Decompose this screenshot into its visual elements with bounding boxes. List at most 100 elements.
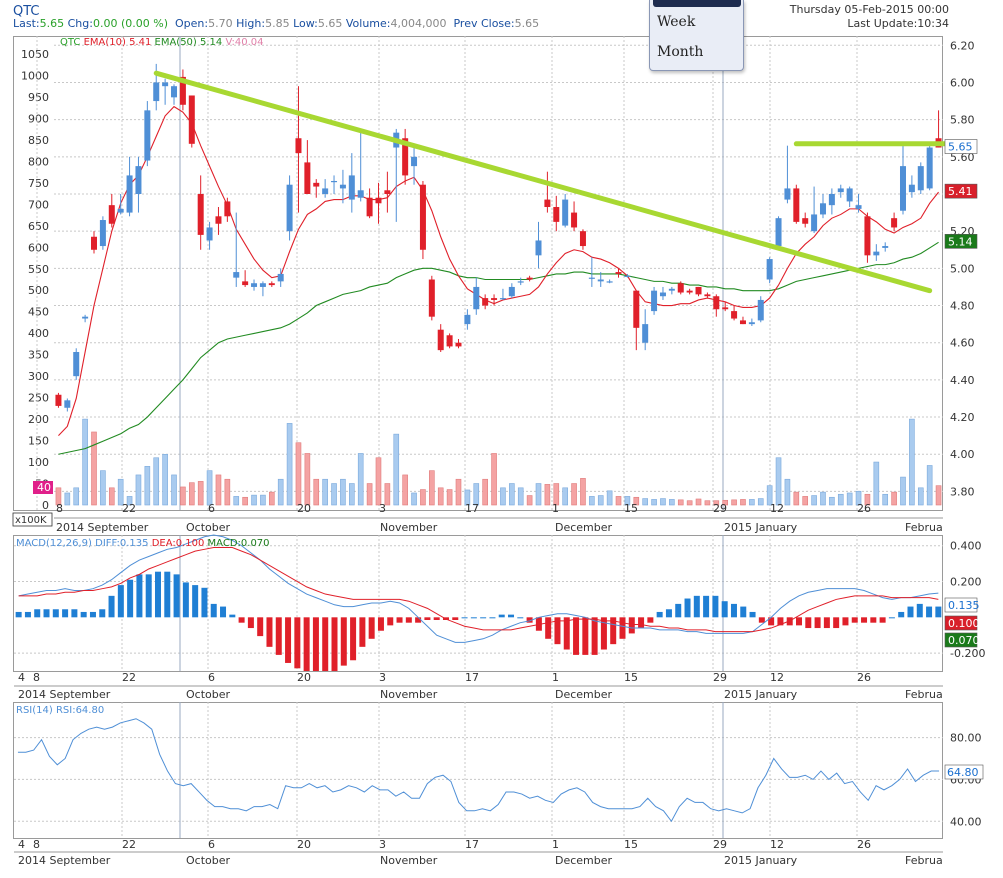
period-menu-selected[interactable] — [653, 0, 741, 7]
candle-body — [562, 199, 569, 226]
volume-bar — [580, 478, 586, 506]
macd-histogram-bar — [350, 617, 357, 661]
volume-bar — [162, 454, 168, 506]
candle-body — [259, 283, 266, 287]
volume-bar — [820, 491, 826, 506]
volume-bar — [544, 484, 551, 506]
candle-body — [153, 82, 160, 102]
last-label: Last: — [13, 17, 40, 30]
macd-histogram-bar — [34, 609, 41, 618]
volume-bar — [651, 499, 657, 506]
macd-x-day-label: 29 — [713, 671, 727, 684]
macd-histogram-bar — [898, 611, 905, 618]
volume-bar — [740, 499, 746, 506]
volume-bar — [277, 478, 284, 506]
macd-histogram-bar — [108, 595, 115, 618]
candle-body — [784, 188, 791, 200]
volume-bar — [144, 466, 151, 506]
volume-bar — [606, 490, 613, 506]
volume-bar — [909, 418, 915, 506]
volume-bar — [749, 499, 755, 506]
volume-bar — [402, 474, 408, 506]
volume-bar — [793, 491, 800, 506]
macd-histogram-bar — [71, 609, 78, 618]
macd-x-month-label: Februa — [905, 688, 943, 701]
volume-bar — [837, 493, 844, 506]
volume-bar — [811, 495, 817, 506]
candle-body — [588, 277, 595, 279]
volume-bar — [215, 474, 222, 506]
volume-bar — [180, 486, 186, 506]
volume-bar — [882, 493, 889, 506]
candle-body — [793, 188, 800, 222]
macd-histogram-bar — [861, 617, 868, 623]
macd-histogram-bar — [470, 617, 477, 619]
candle-body — [731, 311, 738, 319]
price-x-month-label: 2014 September — [56, 521, 149, 534]
period-menu[interactable]: Week Month — [649, 0, 744, 71]
price-x-day-label: 8 — [56, 502, 63, 515]
volume-bar — [517, 487, 524, 506]
macd-histogram-bar — [99, 609, 106, 618]
rsi-tick-label: 80.00 — [950, 732, 982, 745]
macd-x-day-label: 4 — [18, 671, 25, 684]
ema50-line — [58, 241, 939, 455]
candle-body — [917, 166, 924, 191]
candle-body — [748, 322, 755, 325]
macd-histogram-bar — [127, 579, 134, 618]
macd-x-day-label: 3 — [379, 671, 386, 684]
candle-body — [659, 292, 666, 297]
ema50-tag: 5.14 — [948, 235, 973, 248]
last-value: 5.65 — [39, 17, 65, 30]
candle-body — [668, 288, 675, 291]
macd-histogram-bar — [15, 611, 22, 618]
volume-bar — [509, 483, 515, 506]
period-month-option[interactable]: Month — [657, 44, 703, 60]
volume-bar — [108, 487, 115, 506]
rsi-legend: RSI(14) RSI:64.80 — [16, 705, 104, 716]
macd-histogram-bar — [833, 617, 840, 629]
rsi-legend-item-1: RSI:64.80 — [53, 705, 104, 716]
macd-histogram-bar — [247, 617, 254, 629]
macd-histogram-bar — [294, 617, 301, 669]
candle-body — [571, 212, 578, 228]
volume-bar — [784, 478, 791, 506]
price-tick-label: 4.80 — [950, 300, 975, 313]
volume-bar — [393, 433, 400, 506]
price-x-day-label: 3 — [379, 502, 386, 515]
candle-body — [126, 175, 133, 213]
macd-histogram-bar — [926, 606, 933, 618]
macd-x-month-label: October — [186, 688, 230, 701]
candle-body — [811, 214, 818, 232]
macd-histogram-bar — [712, 595, 719, 618]
volume-bar — [420, 489, 426, 506]
macd-histogram-bar — [916, 603, 923, 618]
high-value: 5.85 — [265, 17, 290, 30]
candle-body — [642, 324, 649, 343]
rsi-line — [17, 718, 940, 823]
period-week-option[interactable]: Week — [657, 14, 695, 30]
volume-tick-label: 1050 — [21, 48, 49, 61]
macd-histogram-bar — [796, 617, 803, 626]
candle-body — [597, 279, 604, 282]
candle-body — [615, 272, 622, 274]
volume-tick-label: 250 — [28, 392, 49, 405]
macd-histogram-bar — [62, 609, 69, 618]
macd-legend-item-1: DIFF:0.135 — [92, 538, 149, 549]
candle-body — [242, 281, 249, 286]
candle-body — [268, 283, 275, 286]
downtrend-line — [153, 70, 933, 294]
macd-histogram-bar — [693, 595, 700, 618]
macd-diff-tag: 0.135 — [948, 599, 980, 612]
macd-tick-label: 0.200 — [950, 576, 982, 589]
date-display: Thursday 05-Feb-2015 00:00 — [789, 3, 949, 16]
candle-body — [802, 218, 809, 224]
price-x-day-label: 17 — [465, 502, 479, 515]
rsi-x-day-label: 1 — [552, 838, 559, 851]
volume-bar — [491, 453, 497, 506]
last-update: Last Update:10:34 — [847, 17, 949, 30]
rsi-x-day-label: 22 — [122, 838, 136, 851]
macd-histogram-bar — [758, 617, 765, 623]
macd-x-month-label: December — [555, 688, 613, 701]
macd-histogram-bar — [870, 617, 877, 623]
